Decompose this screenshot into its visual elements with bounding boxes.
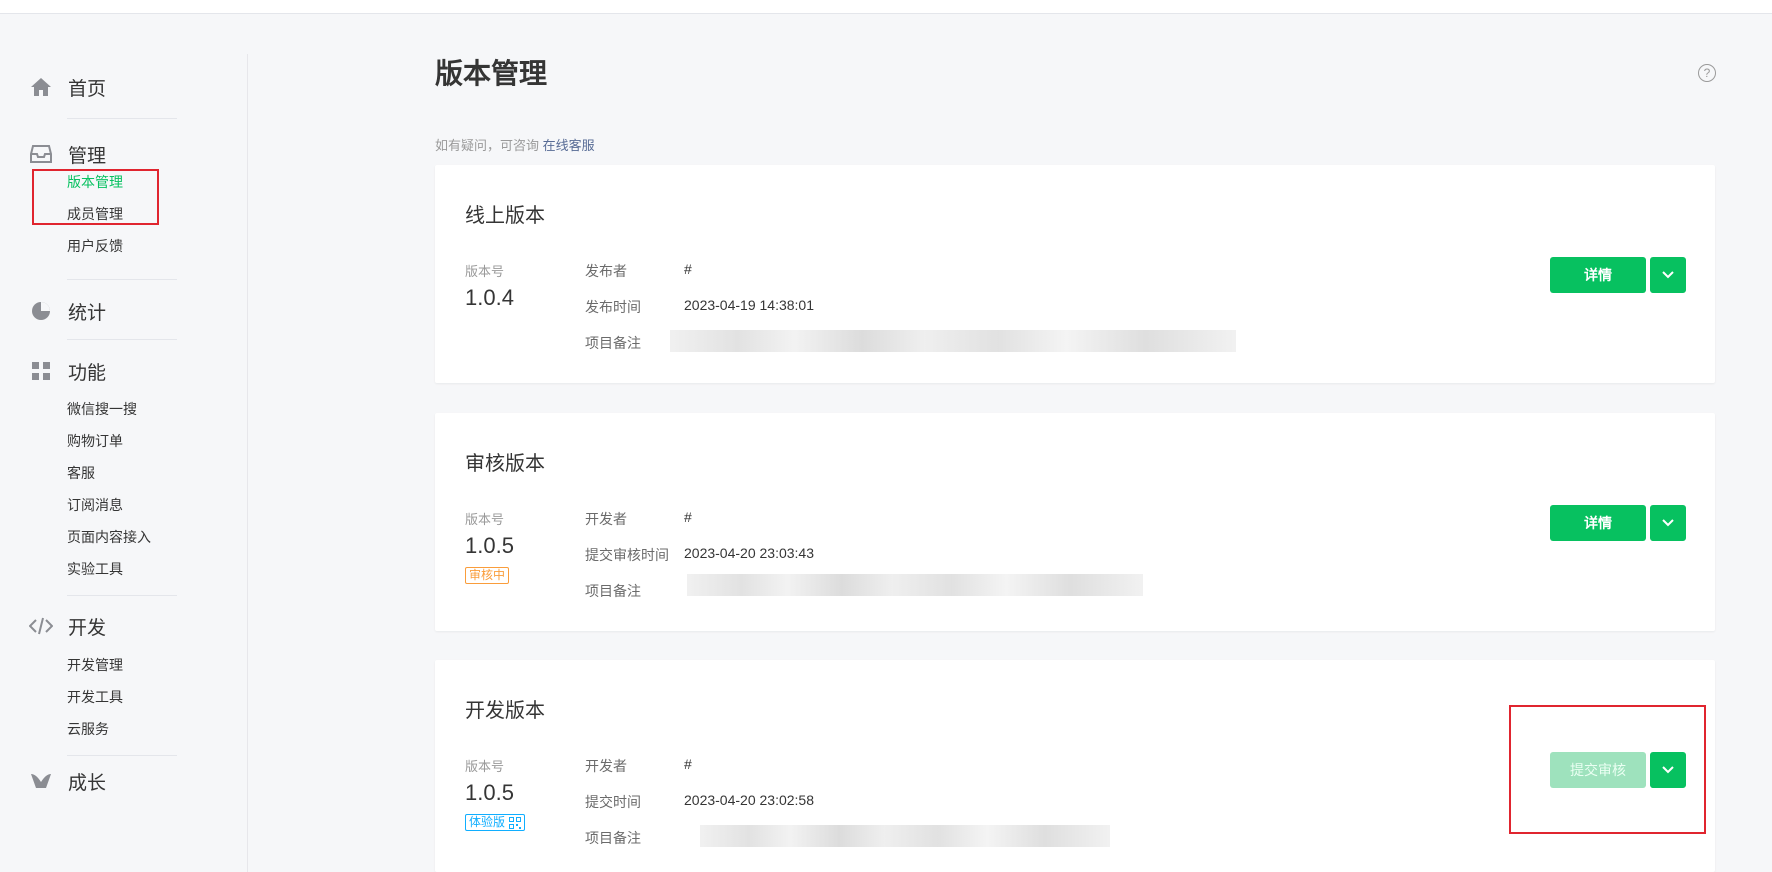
sidebar-item-version-management[interactable]: 版本管理 <box>67 172 123 192</box>
online-support-link[interactable]: 在线客服 <box>543 138 595 153</box>
sidebar-item-dev-tools[interactable]: 开发工具 <box>67 687 123 707</box>
sidebar-item-dev-management[interactable]: 开发管理 <box>67 655 123 675</box>
publisher-value: # <box>684 261 692 277</box>
sidebar-item-experiment-tools[interactable]: 实验工具 <box>67 559 123 579</box>
developer-value: # <box>684 509 692 525</box>
version-number: 1.0.5 <box>465 533 514 558</box>
more-dropdown-button[interactable] <box>1650 505 1686 541</box>
developer-label: 开发者 <box>585 758 627 774</box>
sidebar-item-user-feedback[interactable]: 用户反馈 <box>67 236 123 256</box>
sidebar-label-features: 功能 <box>68 362 107 384</box>
submit-time-label: 提交时间 <box>585 794 641 810</box>
version-label: 版本号 <box>465 264 505 279</box>
sidebar-border <box>247 54 248 872</box>
details-button[interactable]: 详情 <box>1550 505 1646 541</box>
project-notes-label: 项目备注 <box>585 830 641 846</box>
code-icon <box>28 613 54 639</box>
sidebar-group-features[interactable]: 功能 <box>28 356 106 386</box>
sidebar-item-shopping-orders[interactable]: 购物订单 <box>67 431 123 451</box>
sidebar: 首页 管理 版本管理 成员管理 用户反馈 统计 功能 微信搜一搜 购物订单 客服… <box>0 14 248 872</box>
publish-time-value: 2023-04-19 14:38:01 <box>684 297 814 313</box>
version-label: 版本号 <box>465 512 505 527</box>
version-number: 1.0.4 <box>465 285 514 310</box>
project-notes-redacted <box>700 825 1110 847</box>
version-label: 版本号 <box>465 759 505 774</box>
card-title: 线上版本 <box>465 205 545 227</box>
sidebar-group-develop[interactable]: 开发 <box>28 611 106 641</box>
chevron-down-icon <box>1662 766 1674 774</box>
grid-icon <box>28 358 54 384</box>
status-badge-trial: 体验版 <box>465 814 526 831</box>
sidebar-item-wechat-search[interactable]: 微信搜一搜 <box>67 399 137 419</box>
sidebar-item-member-management[interactable]: 成员管理 <box>67 204 123 224</box>
sidebar-item-page-content[interactable]: 页面内容接入 <box>67 527 151 547</box>
sidebar-divider <box>67 118 177 119</box>
sidebar-item-cloud-service[interactable]: 云服务 <box>67 719 109 739</box>
project-notes-label: 项目备注 <box>585 583 641 599</box>
sidebar-divider <box>67 339 177 340</box>
card-review-version: 审核版本 版本号 1.0.5 审核中 开发者 # 提交审核时间 2023-04-… <box>435 413 1715 631</box>
sidebar-label-home: 首页 <box>68 78 107 100</box>
sidebar-group-manage[interactable]: 管理 <box>28 139 106 169</box>
page-title: 版本管理 <box>435 58 548 89</box>
developer-label: 开发者 <box>585 511 627 527</box>
chevron-down-icon <box>1662 271 1674 279</box>
submit-time-value: 2023-04-20 23:02:58 <box>684 792 814 808</box>
trial-badge-label: 体验版 <box>469 815 506 829</box>
chevron-down-icon <box>1662 519 1674 527</box>
card-online-version: 线上版本 版本号 1.0.4 发布者 # 发布时间 2023-04-19 14:… <box>435 165 1715 383</box>
sidebar-item-stats[interactable]: 统计 <box>28 296 106 326</box>
sidebar-divider <box>67 755 177 756</box>
top-bar <box>0 0 1772 14</box>
submit-review-time-value: 2023-04-20 23:03:43 <box>684 545 814 561</box>
sidebar-group-growth[interactable]: 成长 <box>28 766 106 796</box>
sidebar-item-subscription-messages[interactable]: 订阅消息 <box>67 495 123 515</box>
card-dev-version: 开发版本 版本号 1.0.5 体验版 开发者 # 提交时间 2023-04-20… <box>435 660 1715 872</box>
sidebar-label-manage: 管理 <box>68 145 107 167</box>
card-title: 审核版本 <box>465 453 545 475</box>
sidebar-divider <box>67 279 177 280</box>
more-dropdown-button[interactable] <box>1650 752 1686 788</box>
project-notes-label: 项目备注 <box>585 335 641 351</box>
sidebar-label-growth: 成长 <box>68 772 107 794</box>
status-badge-reviewing: 审核中 <box>465 567 510 584</box>
version-number: 1.0.5 <box>465 780 514 805</box>
pie-chart-icon <box>28 298 54 324</box>
publish-time-label: 发布时间 <box>585 299 641 315</box>
project-notes-redacted <box>670 330 1236 352</box>
sidebar-item-customer-service[interactable]: 客服 <box>67 463 95 483</box>
home-icon <box>28 74 54 100</box>
inbox-icon <box>28 141 54 167</box>
publisher-label: 发布者 <box>585 263 627 279</box>
project-notes-redacted <box>687 574 1143 596</box>
hint-text: 如有疑问，可咨询 在线客服 <box>435 135 595 154</box>
submit-review-button[interactable]: 提交审核 <box>1550 752 1646 788</box>
sidebar-item-home[interactable]: 首页 <box>28 72 106 102</box>
help-icon[interactable]: ? <box>1698 64 1716 82</box>
growth-icon <box>28 768 54 794</box>
details-button[interactable]: 详情 <box>1550 257 1646 293</box>
qrcode-icon[interactable] <box>509 816 522 829</box>
submit-review-time-label: 提交审核时间 <box>585 547 669 563</box>
sidebar-label-develop: 开发 <box>68 617 107 639</box>
sidebar-label-stats: 统计 <box>68 302 107 324</box>
sidebar-divider <box>67 595 177 596</box>
more-dropdown-button[interactable] <box>1650 257 1686 293</box>
developer-value: # <box>684 756 692 772</box>
card-title: 开发版本 <box>465 700 545 722</box>
hint-prefix: 如有疑问，可咨询 <box>435 138 540 153</box>
